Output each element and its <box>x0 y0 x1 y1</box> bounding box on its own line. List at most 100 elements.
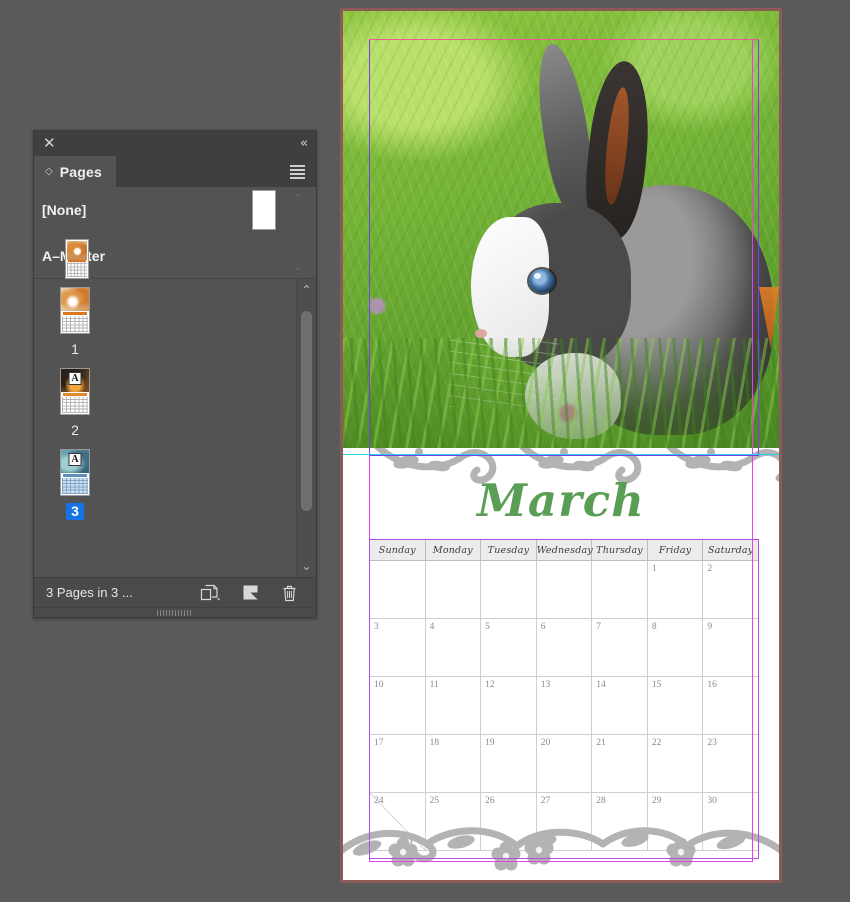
calendar-day-cell-split[interactable]: 24 31 <box>369 792 426 851</box>
day-header-monday: Monday <box>424 539 482 561</box>
pages-region: 1 A 2 A 3 ⌃ ⌄ <box>34 279 316 577</box>
rabbit-eye <box>529 269 555 293</box>
app-window: ✕ « ◇ Pages [None] A–Master <box>0 0 850 902</box>
calendar-day-cell[interactable]: 13 <box>535 676 593 735</box>
page-number-2: 2 <box>71 422 79 438</box>
calendar-day-cell[interactable]: 25 <box>424 792 482 851</box>
calendar-day-cell[interactable]: 1 <box>646 560 704 619</box>
masters-region: [None] A–Master ⌃ ⌄ <box>34 187 316 279</box>
page-item-3[interactable]: A 3 <box>43 449 107 520</box>
pages-scrollbar[interactable]: ⌃ ⌄ <box>296 279 316 577</box>
scrollbar-thumb[interactable] <box>301 311 312 511</box>
calendar-day-cell[interactable]: 7 <box>591 618 648 677</box>
calendar-day-cell[interactable]: 20 <box>535 734 593 793</box>
day-header-thursday: Thursday <box>591 539 648 561</box>
scroll-down-icon[interactable]: ⌄ <box>301 555 311 577</box>
rabbit-photo[interactable] <box>343 11 779 448</box>
calendar-day-cell[interactable]: 30 <box>702 792 759 851</box>
calendar-day-cell[interactable]: 17 <box>369 734 426 793</box>
calendar-week-row: 1 2 <box>369 560 759 619</box>
calendar-day-cell[interactable]: 4 <box>424 618 482 677</box>
scrollbar-track[interactable] <box>297 301 316 555</box>
calendar-day-cell[interactable]: 27 <box>535 792 593 851</box>
collapse-icon[interactable]: « <box>300 137 308 150</box>
new-page-icon[interactable] <box>200 584 220 601</box>
calendar-day-cell[interactable]: 2 <box>702 560 759 619</box>
calendar-day-cell[interactable]: 16 <box>702 676 759 735</box>
scroll-up-icon[interactable]: ⌃ <box>301 279 311 301</box>
calendar-day-cell[interactable]: 12 <box>480 676 537 735</box>
calendar-day-cell[interactable] <box>480 560 537 619</box>
calendar-week-row: 17 18 19 20 21 22 23 <box>369 734 759 793</box>
panel-footer: 3 Pages in 3 ... <box>34 577 316 607</box>
day-header-tuesday: Tuesday <box>480 539 537 561</box>
calendar-week-row: 3 4 5 6 7 8 9 <box>369 618 759 677</box>
calendar-day-cell[interactable]: 28 <box>591 792 648 851</box>
day-header-friday: Friday <box>646 539 704 561</box>
calendar-day-cell[interactable] <box>535 560 593 619</box>
calendar-header-row: Sunday Monday Tuesday Wednesday Thursday… <box>369 539 759 561</box>
calendar-day-cell[interactable]: 11 <box>424 676 482 735</box>
page-thumbnail-1[interactable] <box>60 287 90 334</box>
tab-pages[interactable]: ◇ Pages <box>34 156 116 187</box>
calendar-day-cell[interactable]: 15 <box>646 676 704 735</box>
create-spread-icon[interactable] <box>242 584 259 601</box>
calendar-day-cell[interactable]: 8 <box>646 618 704 677</box>
calendar-table: Sunday Monday Tuesday Wednesday Thursday… <box>369 539 759 851</box>
photo-edge-guide <box>343 454 779 455</box>
document-page[interactable]: March Sunday Monday Tuesday Wednesday Th… <box>340 8 782 883</box>
master-item-a-master[interactable]: A–Master <box>34 233 316 279</box>
master-badge-icon: A <box>68 372 82 385</box>
diamond-icon: ◇ <box>45 165 53 177</box>
page-thumbnail-3[interactable]: A <box>60 449 90 496</box>
calendar-day-cell[interactable]: 29 <box>646 792 704 851</box>
panel-resize-grip[interactable] <box>34 607 316 617</box>
calendar-day-cell[interactable]: 23 <box>702 734 759 793</box>
calendar-day-cell[interactable]: 10 <box>369 676 426 735</box>
master-thumbnail-none[interactable] <box>252 190 276 230</box>
page-item-1[interactable]: 1 <box>43 287 107 358</box>
calendar-week-row: 24 31 25 26 27 28 29 30 <box>369 792 759 851</box>
flower-decoration <box>365 297 389 315</box>
calendar-day-24: 24 <box>374 796 384 806</box>
panel-tabstrip: ◇ Pages <box>34 156 316 187</box>
master-thumbnail-a-master[interactable] <box>65 239 90 279</box>
close-icon[interactable]: ✕ <box>43 136 56 151</box>
calendar-day-cell[interactable] <box>424 560 482 619</box>
calendar-day-cell[interactable]: 3 <box>369 618 426 677</box>
page-thumbnail-2[interactable]: A <box>60 368 90 415</box>
page-number-3: 3 <box>66 503 84 520</box>
calendar-day-cell[interactable] <box>591 560 648 619</box>
page-count-label: 3 Pages in 3 ... <box>46 585 133 600</box>
pages-list: 1 A 2 A 3 <box>34 279 296 577</box>
calendar-day-cell[interactable]: 26 <box>480 792 537 851</box>
calendar-day-cell[interactable]: 21 <box>591 734 648 793</box>
calendar-day-cell[interactable]: 6 <box>535 618 593 677</box>
master-item-none[interactable]: [None] <box>34 187 316 233</box>
page-canvas: March Sunday Monday Tuesday Wednesday Th… <box>343 11 779 880</box>
calendar-day-cell[interactable]: 18 <box>424 734 482 793</box>
calendar-day-cell[interactable]: 19 <box>480 734 537 793</box>
calendar-table-wrap: Sunday Monday Tuesday Wednesday Thursday… <box>369 539 759 851</box>
footer-icon-group <box>200 584 304 602</box>
calendar-day-cell[interactable]: 14 <box>591 676 648 735</box>
panel-titlebar: ✕ « <box>34 131 316 156</box>
day-header-sunday: Sunday <box>369 539 426 561</box>
calendar-day-cell[interactable]: 9 <box>702 618 759 677</box>
calendar-day-cell[interactable]: 5 <box>480 618 537 677</box>
calendar-day-cell[interactable] <box>369 560 426 619</box>
calendar-week-row: 10 11 12 13 14 15 16 <box>369 676 759 735</box>
page-number-1: 1 <box>71 341 79 357</box>
month-title: March <box>477 474 645 527</box>
panel-menu-icon[interactable] <box>290 156 316 187</box>
delete-page-icon[interactable] <box>281 584 298 602</box>
grass-foreground <box>343 338 779 448</box>
master-item-none-label: [None] <box>42 202 87 218</box>
calendar-day-cell[interactable]: 22 <box>646 734 704 793</box>
calendar-day-31: 31 <box>404 836 414 846</box>
page-item-2[interactable]: A 2 <box>43 368 107 439</box>
pages-panel: ✕ « ◇ Pages [None] A–Master <box>33 130 317 618</box>
day-header-saturday: Saturday <box>702 539 759 561</box>
tab-pages-label: Pages <box>59 163 102 180</box>
day-header-wednesday: Wednesday <box>535 539 593 561</box>
